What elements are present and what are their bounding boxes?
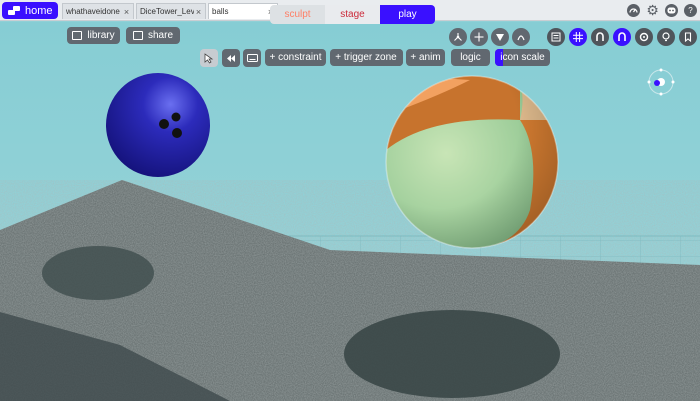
share-icon	[132, 31, 143, 40]
rewind-button[interactable]	[222, 49, 240, 67]
home-label: home	[25, 4, 53, 17]
gear-icon[interactable]: ⚙	[646, 2, 659, 18]
lightbulb-icon[interactable]	[657, 28, 675, 46]
library-label: library	[87, 30, 115, 41]
move-arrows-icon[interactable]	[470, 28, 488, 46]
folder-icon	[72, 31, 83, 40]
move-nodes-icon[interactable]	[449, 28, 467, 46]
bookmark-icon[interactable]	[679, 28, 697, 46]
icon-scale-slider[interactable]: icon scale	[495, 49, 550, 66]
keyboard-icon	[246, 54, 258, 62]
close-icon[interactable]: ×	[194, 7, 203, 17]
3d-viewport[interactable]	[0, 22, 700, 401]
mode-stage-label: stage	[340, 9, 365, 20]
mode-sculpt[interactable]: sculpt	[270, 5, 325, 24]
logic-button[interactable]: logic	[451, 49, 490, 66]
add-anim-button[interactable]: + anim	[406, 49, 445, 66]
tab-balls[interactable]: balls ×	[208, 3, 278, 19]
grid-icon[interactable]	[569, 28, 587, 46]
tab-label: whathaveidone	[66, 7, 120, 16]
cursor-icon	[204, 52, 214, 64]
share-button[interactable]: share	[126, 27, 180, 44]
tab-whathaveidone[interactable]: whathaveidone ×	[62, 3, 134, 19]
magnet-active-icon[interactable]	[613, 28, 631, 46]
settings-icon[interactable]	[635, 28, 653, 46]
rewind-icon	[227, 54, 235, 62]
close-icon[interactable]: ×	[122, 7, 131, 17]
speedometer-icon[interactable]	[627, 4, 640, 17]
tab-dicetower[interactable]: DiceTower_Leve... ×	[136, 3, 206, 19]
constraint-label: + constraint	[269, 52, 322, 63]
tab-label: DiceTower_Leve...	[140, 7, 194, 16]
mode-play[interactable]: play	[380, 5, 435, 24]
tab-label: balls	[212, 7, 229, 16]
icon-scale-label: icon scale	[500, 52, 545, 63]
add-constraint-button[interactable]: + constraint	[265, 49, 326, 66]
bowling-ball[interactable]	[106, 73, 210, 177]
mode-play-label: play	[398, 9, 417, 20]
library-button[interactable]: library	[67, 27, 120, 44]
add-trigger-zone-button[interactable]: + trigger zone	[330, 49, 402, 66]
physics-icon[interactable]	[512, 28, 530, 46]
logic-label: logic	[460, 52, 481, 63]
help-icon[interactable]: ?	[684, 4, 697, 17]
anim-label: + anim	[410, 52, 441, 63]
shield-icon[interactable]	[491, 28, 509, 46]
home-icon	[8, 6, 20, 15]
share-label: share	[147, 30, 173, 41]
trigger-zone-label: + trigger zone	[335, 52, 397, 63]
scene-canvas[interactable]	[0, 22, 700, 401]
home-button[interactable]: home	[2, 2, 58, 19]
mode-stage[interactable]: stage	[325, 5, 380, 24]
mode-sculpt-label: sculpt	[284, 9, 311, 20]
magnet-icon[interactable]	[591, 28, 609, 46]
select-cursor-button[interactable]	[200, 49, 218, 67]
list-icon[interactable]	[547, 28, 565, 46]
keyboard-button[interactable]	[243, 49, 261, 67]
discord-icon[interactable]	[665, 4, 678, 17]
